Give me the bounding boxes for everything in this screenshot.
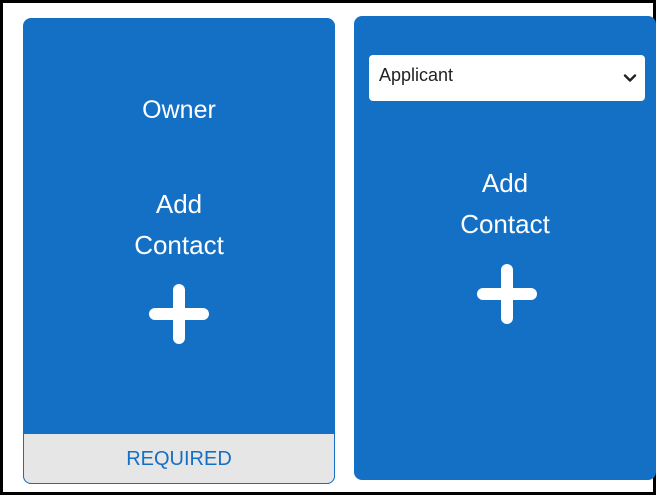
applicant-contact-card[interactable]: Applicant Add Contact [354,16,656,480]
add-contact-label[interactable]: Add Contact [354,163,656,245]
contacts-panel: Owner Add Contact REQUIRED Applicant Add… [0,0,656,495]
add-contact-label-line1: Add [481,168,529,198]
add-contact-label-line1: Add [155,189,203,219]
required-badge: REQUIRED [23,434,335,484]
add-contact-label[interactable]: Add Contact [23,184,335,266]
add-contact-label-line2: Contact [134,230,224,260]
role-select[interactable]: Applicant [369,55,645,101]
role-title: Owner [142,96,216,124]
chevron-down-icon [623,74,637,82]
plus-icon[interactable] [475,262,539,326]
add-contact-label-line2: Contact [460,209,550,239]
plus-icon[interactable] [147,282,211,346]
owner-contact-card[interactable]: Owner Add Contact REQUIRED [23,18,335,484]
role-select-value: Applicant [379,65,454,85]
